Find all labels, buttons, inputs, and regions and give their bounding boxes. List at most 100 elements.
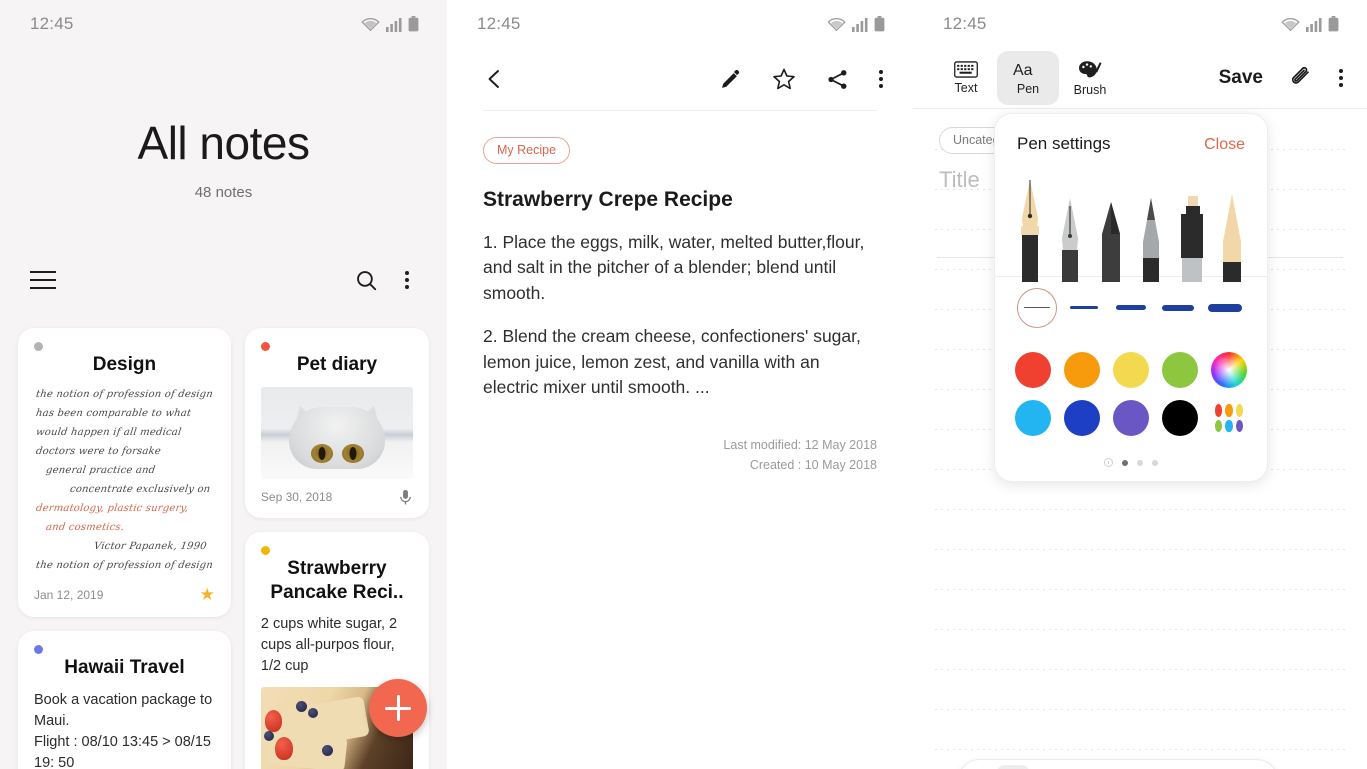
color-swatch-red[interactable] (1015, 352, 1051, 388)
notes-count: 48 notes (194, 184, 253, 201)
lasso-select-button[interactable] (1182, 765, 1216, 769)
note-card-footer: Sep 30, 2018 (261, 489, 413, 506)
overflow-menu-icon[interactable] (1339, 66, 1343, 90)
created-text: Created : 10 May 2018 (749, 457, 877, 472)
stroke-width-list (995, 276, 1267, 338)
note-card-title: Design (92, 354, 157, 375)
microphone-icon[interactable] (398, 489, 413, 506)
handwriting-line: the notion of profession of design (35, 559, 214, 571)
mode-text-button[interactable]: Text (935, 51, 997, 105)
note-card-body: Book a vacation package to Maui. Flight … (34, 691, 213, 769)
handwriting-line: and cosmetics. (45, 521, 125, 533)
handwriting-line: has been comparable to what (35, 407, 192, 419)
handwriting-line: Victor Papanek, 1990 (93, 540, 208, 552)
note-category-tag[interactable]: My Recipe (483, 137, 571, 164)
stroke-width-option-3[interactable] (1111, 288, 1151, 328)
text-convert-button[interactable]: a (1228, 765, 1262, 769)
note-title: Strawberry Crepe Recipe (483, 188, 733, 211)
star-icon[interactable]: ★ (200, 585, 215, 605)
note-card-pet-diary[interactable]: Pet diary Sep 30, 2018 (244, 328, 429, 518)
status-time: 12:45 (943, 14, 987, 33)
status-bar-middle: 12:45 (447, 0, 913, 48)
more-colors-icon[interactable] (1211, 400, 1247, 436)
wifi-icon (827, 18, 846, 32)
star-outline-icon[interactable] (772, 67, 796, 91)
color-row-1 (1015, 352, 1247, 388)
overflow-menu-icon[interactable] (879, 67, 883, 91)
handwriting-preview: the notion of profession of design has b… (34, 385, 215, 575)
stroke-width-option-2[interactable] (1064, 288, 1104, 328)
color-swatch-purple[interactable] (1113, 400, 1149, 436)
status-bar-left: 12:45 (0, 0, 447, 48)
color-swatch-blue[interactable] (1064, 400, 1100, 436)
note-card-date: Sep 30, 2018 (260, 490, 333, 505)
wifi-icon (1281, 18, 1300, 32)
note-card-hawaii-travel[interactable]: Hawaii Travel Book a vacation package to… (18, 630, 231, 769)
save-button[interactable]: Save (1219, 67, 1263, 89)
color-swatch-orange[interactable] (1064, 352, 1100, 388)
last-modified-text: Last modified: 12 May 2018 (723, 438, 877, 453)
pen-tip-list (995, 160, 1267, 282)
page-dot[interactable] (1152, 459, 1158, 466)
handwriting-line: would happen if all medical (35, 426, 183, 438)
fountain-pen-tip-option[interactable] (1015, 172, 1045, 282)
paperclip-icon[interactable] (1289, 66, 1313, 90)
note-card-body: 2 cups white sugar, 2 cups all-purpos fl… (260, 616, 398, 675)
mechanical-pencil-tip-option[interactable] (1136, 172, 1166, 282)
stroke-width-option-5[interactable] (1205, 288, 1245, 328)
note-view-panel: 12:45 My Recipe Strawberry Crepe Recipe … (447, 0, 913, 769)
overflow-menu-icon[interactable] (405, 268, 409, 292)
color-swatch-yellow[interactable] (1113, 352, 1149, 388)
note-editor-panel: 12:45 Text Aa Pen Brush Save Title Pen s… (913, 0, 1367, 769)
category-dot (34, 342, 43, 351)
pen-tool-button[interactable] (995, 765, 1030, 769)
wifi-icon (361, 18, 380, 32)
undo-button[interactable] (1089, 765, 1123, 769)
color-wheel-icon[interactable] (1211, 352, 1247, 388)
cellular-signal-icon (1306, 18, 1322, 32)
mode-pen-label: Pen (1016, 82, 1040, 96)
status-bar-right: 12:45 (913, 0, 1367, 48)
redo-button[interactable] (1135, 765, 1169, 769)
back-arrow-icon[interactable] (483, 67, 507, 91)
highlighter-tip-option[interactable] (1217, 172, 1247, 282)
color-palette (995, 338, 1267, 454)
page-dot[interactable] (1122, 459, 1128, 466)
calligraphy-pen-tip-option[interactable] (1055, 172, 1085, 282)
note-card-design[interactable]: Design the notion of profession of desig… (18, 328, 231, 617)
page-dot[interactable] (1137, 459, 1143, 466)
handwriting-line: doctors were to forsake (35, 445, 162, 457)
title-input-placeholder[interactable]: Title (939, 167, 980, 193)
brush-palette-icon (1079, 60, 1102, 77)
pen-settings-panel[interactable]: Pen settings Close (994, 113, 1268, 482)
pencil-icon[interactable] (719, 68, 742, 91)
status-time: 12:45 (477, 14, 521, 33)
stroke-width-option-4[interactable] (1158, 288, 1198, 328)
three-panel-screenshot: 12:45 All notes 48 notes Design the noti… (0, 0, 1367, 769)
pencil-tip-option[interactable] (1096, 172, 1126, 282)
mode-brush-button[interactable]: Brush (1059, 51, 1121, 105)
all-notes-panel: 12:45 All notes 48 notes Design the noti… (0, 0, 447, 769)
color-swatch-black[interactable] (1162, 400, 1198, 436)
hamburger-menu-icon[interactable] (30, 265, 56, 295)
add-note-button[interactable] (369, 679, 427, 737)
editor-canvas[interactable]: Uncategorized Title Pen settings Close (913, 109, 1367, 769)
pen-settings-close-button[interactable]: Close (1204, 136, 1245, 154)
status-icons (1281, 16, 1339, 32)
note-card-footer: Jan 12, 2019 ★ (34, 585, 215, 605)
search-icon[interactable] (354, 268, 379, 293)
eraser-tool-button[interactable] (1042, 765, 1076, 769)
color-swatch-green[interactable] (1162, 352, 1198, 388)
cat-photo (260, 386, 413, 479)
cellular-signal-icon (852, 18, 868, 32)
battery-icon (1328, 16, 1339, 32)
drawing-tools-bar: a (957, 759, 1279, 769)
marker-tip-option[interactable] (1177, 172, 1207, 282)
share-icon[interactable] (826, 68, 849, 91)
recent-colors-icon[interactable] (1104, 458, 1113, 467)
palette-page-indicator (995, 454, 1267, 481)
stroke-width-option-1[interactable] (1017, 287, 1057, 328)
note-content: My Recipe Strawberry Crepe Recipe 1. Pla… (447, 111, 913, 475)
color-swatch-light-blue[interactable] (1015, 400, 1051, 436)
mode-pen-button[interactable]: Aa Pen (997, 51, 1059, 105)
